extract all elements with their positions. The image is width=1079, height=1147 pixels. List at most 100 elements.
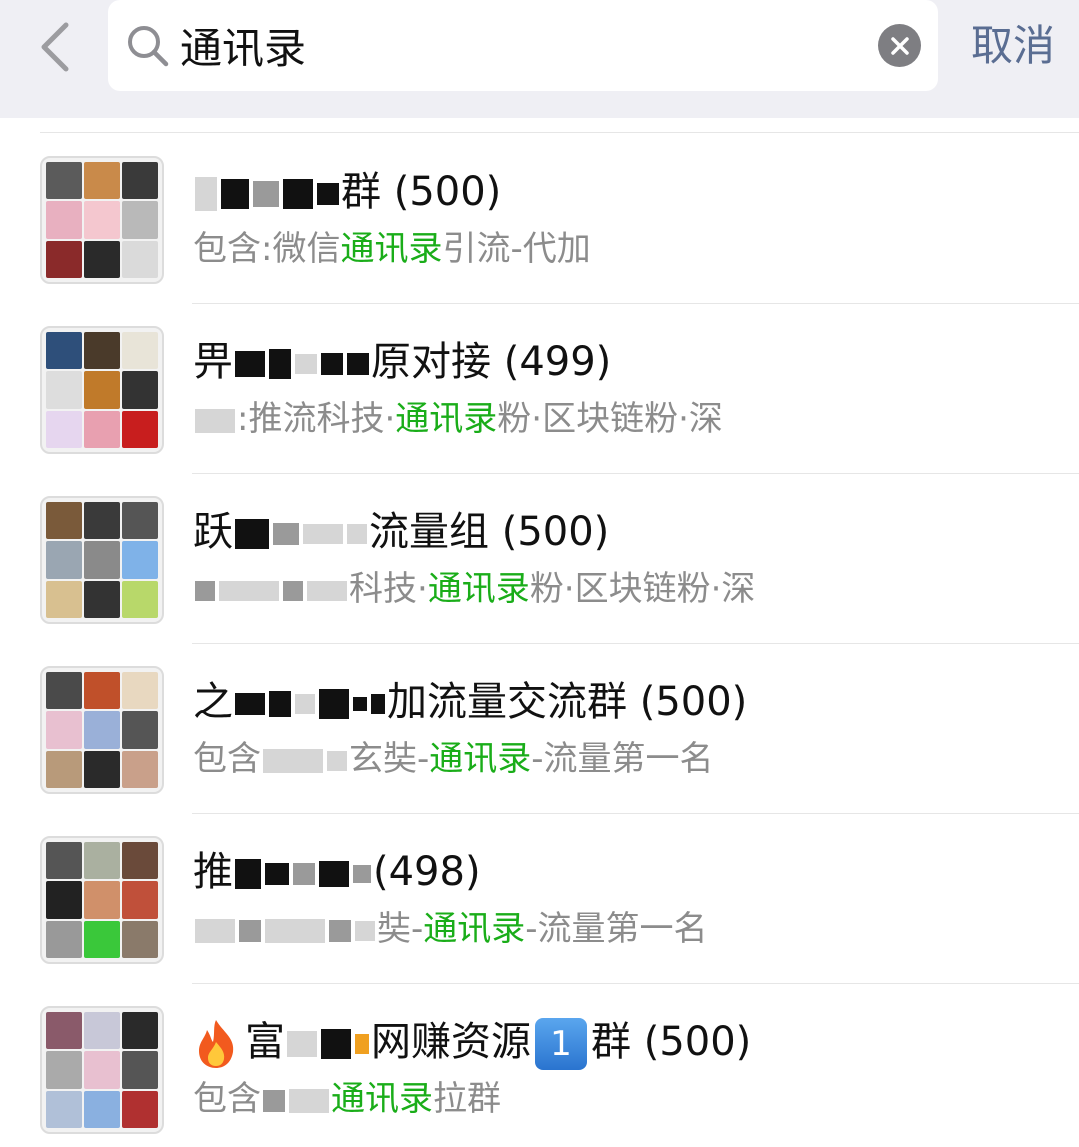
group-member-match: 包含 通讯录拉群 [193,1076,1063,1122]
group-title-text: 群 (500) [591,1019,752,1065]
redaction [235,859,261,889]
match-suffix: 引流-代加 [442,229,591,269]
redaction [269,349,291,379]
group-title-mid: 网赚资源 [371,1019,531,1065]
redaction [289,1088,329,1113]
group-member-match: 包含:微信通讯录引流-代加 [193,226,1063,272]
redaction [295,694,315,714]
redaction [235,351,265,377]
redaction [295,354,317,374]
redaction [319,861,349,887]
match-suffix: -流量第一名 [525,909,708,949]
fire-icon [199,1020,234,1068]
redaction [239,919,261,942]
redaction [303,524,343,544]
group-title: 畀 原对接 (499) [193,332,1063,392]
group-title: 之 加流量交流群 (500) [193,672,1063,732]
redaction [321,1029,351,1059]
keycap-one-icon: 1 [535,1018,587,1070]
redaction [347,353,369,375]
match-highlight: 通讯录 [331,1079,433,1119]
redaction [195,580,215,601]
clear-button[interactable] [878,24,921,67]
redaction [265,863,289,885]
match-prefix: 包含 [193,1079,261,1119]
match-suffix: -流量第一名 [531,739,714,779]
redaction [235,519,269,549]
group-result-row[interactable]: 推 (498) 奘-通讯录-流量第一名 [0,814,1079,984]
redaction [307,580,347,601]
redaction [371,694,385,714]
redaction [317,183,339,205]
redaction [221,179,249,209]
group-title-text: (498) [373,849,481,895]
redaction [195,408,235,433]
group-result-row[interactable]: 之 加流量交流群 (500) 包含 玄奘-通讯录-流量第一名 [0,644,1079,814]
group-member-match: 奘-通讯录-流量第一名 [193,906,1063,952]
match-prefix: 包含 [193,739,261,779]
group-avatar [40,836,164,964]
group-title-prefix: 跃 [193,509,233,555]
redaction [195,918,235,943]
redaction [265,918,325,943]
match-highlight: 通讯录 [340,229,443,269]
redaction [235,693,265,715]
group-member-match: 科技·通讯录粉·区块链粉·深 [193,566,1063,612]
group-title: 跃 流量组 (500) [193,502,1063,562]
search-icon [128,26,169,67]
group-avatar [40,156,164,284]
redaction [319,689,349,719]
list-top-divider [40,132,1079,133]
back-button[interactable] [22,14,88,80]
match-mid: 玄奘- [349,739,430,779]
group-title-text: 流量组 (500) [369,509,610,555]
group-title-prefix: 畀 [193,339,233,385]
redaction [273,523,299,545]
redaction [293,863,315,885]
group-avatar [40,1006,164,1134]
match-highlight: 通讯录 [429,739,532,779]
redaction [347,524,367,544]
search-header: 取消 [0,0,1079,118]
match-highlight: 通讯录 [395,399,498,439]
redaction [321,353,343,375]
group-title-prefix: 推 [193,849,233,895]
match-highlight: 通讯录 [423,909,526,949]
clear-icon [890,36,909,55]
group-member-match: :推流科技·通讯录粉·区块链粉·深 [193,396,1063,442]
search-bar[interactable] [108,0,938,91]
group-member-match: 包含 玄奘-通讯录-流量第一名 [193,736,1063,782]
group-title-text: 群 (500) [341,169,502,215]
redaction [287,1031,317,1057]
redaction [283,580,303,601]
group-result-row[interactable]: 富 网赚资源 1 群 (500) 包含 通讯录拉群 [0,984,1079,1147]
group-result-row[interactable]: 畀 原对接 (499) :推流科技·通讯录粉·区块链粉·深 [0,304,1079,474]
group-title: 推 (498) [193,842,1063,902]
group-avatar [40,496,164,624]
redaction [263,1089,285,1112]
match-prefix: :推流科技· [237,399,396,439]
group-title-prefix: 富 [245,1019,285,1065]
match-suffix: 粉·区块链粉·深 [529,569,756,609]
search-input[interactable] [180,14,860,76]
group-avatar [40,326,164,454]
group-result-row[interactable]: 群 (500) 包含:微信通讯录引流-代加 [0,134,1079,304]
redaction [353,697,367,711]
redaction [263,748,323,773]
redaction [327,750,347,771]
group-avatar [40,666,164,794]
redaction [355,920,375,941]
group-result-row[interactable]: 跃 流量组 (500) 科技·通讯录粉·区块链粉·深 [0,474,1079,644]
group-title: 群 (500) [193,162,1063,222]
cancel-button[interactable]: 取消 [958,16,1068,76]
redaction [355,1034,369,1054]
group-title: 富 网赚资源 1 群 (500) [193,1012,1063,1072]
redaction [329,919,351,942]
back-chevron-icon [41,22,69,72]
redaction [269,691,291,717]
group-title-prefix: 之 [193,679,233,725]
group-title-text: 原对接 (499) [371,339,612,385]
match-mid: 奘- [377,909,424,949]
redaction [353,865,371,883]
match-suffix: 粉·区块链粉·深 [497,399,723,439]
